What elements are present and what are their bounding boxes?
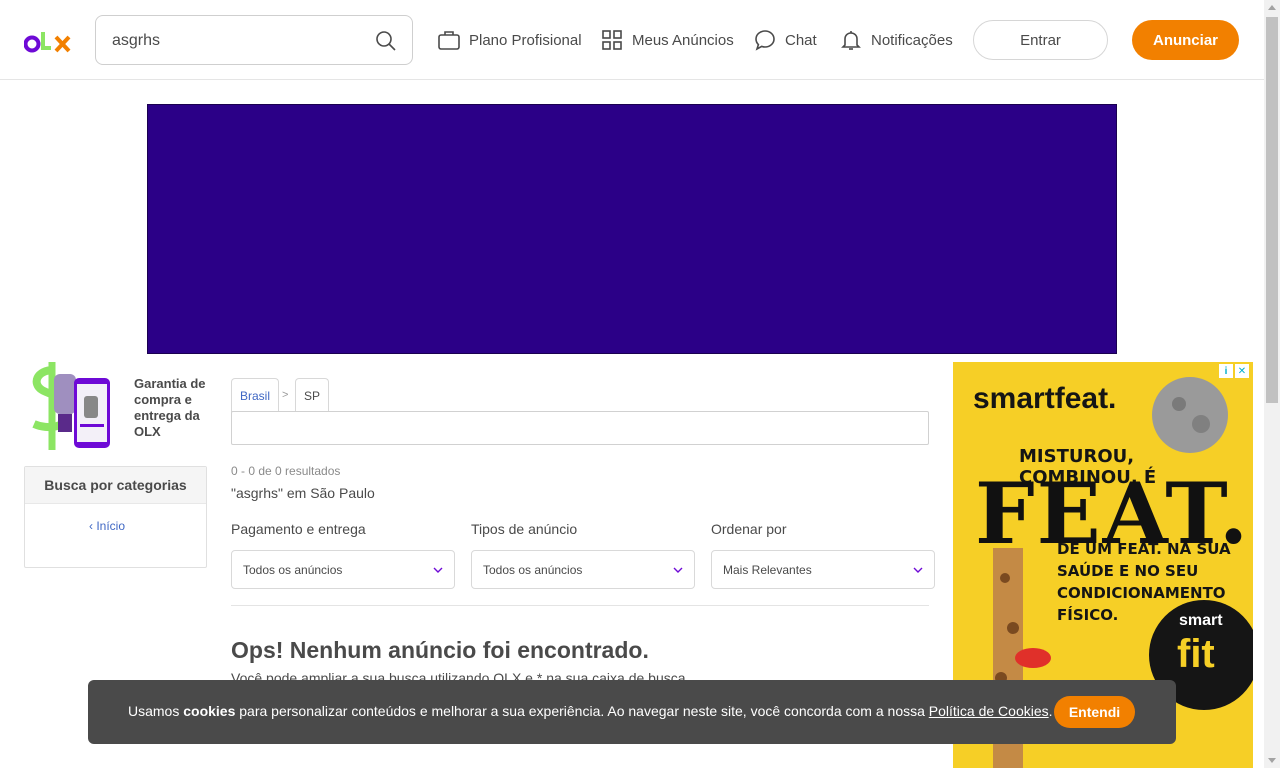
cookie-text-mid: para personalizar conteúdos e melhorar a… xyxy=(235,703,929,719)
top-banner-ad[interactable] xyxy=(147,104,1117,354)
login-button[interactable]: Entrar xyxy=(973,20,1108,60)
header: Plano Profisional Meus Anúncios Chat Not… xyxy=(0,0,1264,80)
scroll-down-arrow-icon[interactable] xyxy=(1268,758,1276,763)
chat-bubble-icon xyxy=(755,30,775,51)
chevron-down-icon xyxy=(673,567,683,573)
chevron-down-icon xyxy=(913,567,923,573)
nav-label: Meus Anúncios xyxy=(632,31,734,49)
scroll-up-arrow-icon[interactable] xyxy=(1268,5,1276,10)
olx-logo[interactable] xyxy=(24,28,74,54)
briefcase-icon xyxy=(438,31,460,50)
page-scrollbar[interactable] xyxy=(1264,0,1280,768)
cookie-policy-link[interactable]: Política de Cookies xyxy=(929,703,1049,719)
filter-label-tipos: Tipos de anúncio xyxy=(471,521,578,537)
breadcrumb-separator: > xyxy=(282,389,289,401)
nav-label: Plano Profisional xyxy=(469,31,582,49)
categories-title: Busca por categorias xyxy=(25,467,206,504)
empty-state-title: Ops! Nenhum anúncio foi encontrado. xyxy=(231,637,649,663)
breadcrumb-sp[interactable]: SP xyxy=(295,378,330,412)
cookie-banner: Usamos cookies para personalizar conteúd… xyxy=(88,680,1176,744)
cookie-message: Usamos cookies para personalizar conteúd… xyxy=(128,703,1053,719)
grid-icon xyxy=(602,30,622,50)
location-input[interactable] xyxy=(231,411,929,445)
post-ad-button[interactable]: Anunciar xyxy=(1132,20,1239,60)
bell-icon xyxy=(841,31,861,50)
filter-select-ordenar[interactable]: Mais Relevantes xyxy=(711,550,935,589)
ad-brand2-top: smart xyxy=(1179,612,1223,629)
select-value: Mais Relevantes xyxy=(723,562,812,577)
search-box[interactable] xyxy=(95,15,413,65)
garantia-promo[interactable]: Garantia de compra e entrega da OLX xyxy=(24,360,208,452)
search-input[interactable] xyxy=(112,30,362,52)
cookie-accept-button[interactable]: Entendi xyxy=(1054,696,1135,728)
search-icon[interactable] xyxy=(374,29,398,53)
ad-brand: smartfeat. xyxy=(973,382,1117,415)
select-value: Todos os anúncios xyxy=(243,562,343,577)
categories-home-link[interactable]: ‹ Início xyxy=(89,519,125,533)
divider xyxy=(231,605,929,606)
nav-label: Notificações xyxy=(871,31,953,49)
nav-notificacoes[interactable]: Notificações xyxy=(839,26,953,54)
garantia-text: Garantia de compra e entrega da OLX xyxy=(134,376,206,439)
filter-label-ordenar: Ordenar por xyxy=(711,521,787,537)
categories-panel: Busca por categorias ‹ Início xyxy=(24,466,207,568)
garantia-illustration xyxy=(32,362,110,450)
close-icon[interactable]: ✕ xyxy=(1235,364,1249,378)
nav-label: Chat xyxy=(785,31,817,49)
filter-label-pagamento: Pagamento e entrega xyxy=(231,521,366,537)
nav-chat[interactable]: Chat xyxy=(753,26,817,54)
nav-meus-anuncios[interactable]: Meus Anúncios xyxy=(600,26,734,54)
chevron-down-icon xyxy=(433,567,443,573)
categories-home-label: Início xyxy=(96,519,126,533)
scroll-thumb[interactable] xyxy=(1266,17,1278,403)
results-count: 0 - 0 de 0 resultados xyxy=(231,464,341,478)
cookie-text-post: . xyxy=(1048,703,1053,719)
cookie-text-bold: cookies xyxy=(183,703,236,719)
cookie-text-pre: Usamos xyxy=(128,703,184,719)
results-query: "asgrhs" em São Paulo xyxy=(231,485,375,501)
filter-select-pagamento[interactable]: Todos os anúncios xyxy=(231,550,455,589)
nav-plano-profissional[interactable]: Plano Profisional xyxy=(437,26,582,54)
chevron-left-icon: ‹ xyxy=(89,519,93,533)
moon-icon xyxy=(1152,377,1228,453)
breadcrumb-brasil[interactable]: Brasil xyxy=(231,378,280,412)
filter-select-tipos[interactable]: Todos os anúncios xyxy=(471,550,695,589)
select-value: Todos os anúncios xyxy=(483,562,583,577)
ad-brand2-bottom: fit xyxy=(1177,632,1215,676)
